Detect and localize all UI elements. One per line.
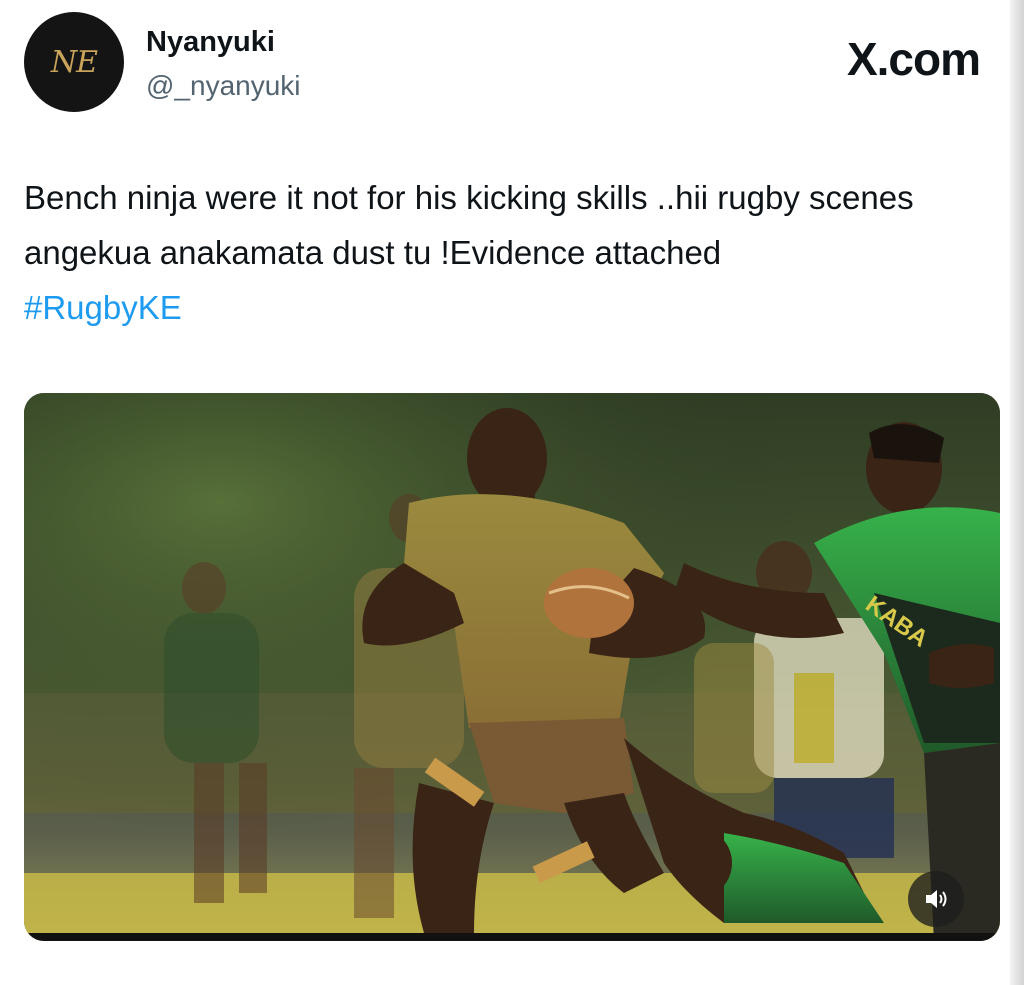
volume-button[interactable] (908, 871, 964, 927)
rugby-photo: KABA (24, 393, 1000, 941)
tweet-header: NE Nyanyuki @_nyanyuki X.com (24, 12, 990, 122)
brand-logo: X.com (846, 33, 981, 85)
avatar[interactable]: NE (24, 12, 124, 112)
video-progress-bar[interactable] (24, 933, 1000, 941)
hashtag-link[interactable]: #RugbyKE (24, 289, 182, 326)
tweet-text: Bench ninja were it not for his kicking … (24, 179, 914, 271)
tweet-body: Bench ninja were it not for his kicking … (24, 170, 999, 335)
author-name[interactable]: Nyanyuki (146, 26, 275, 59)
speaker-icon (926, 890, 947, 908)
tweet-media[interactable]: KABA (24, 393, 1000, 941)
avatar-monogram: NE (50, 44, 98, 80)
window-edge (1010, 0, 1024, 985)
author-handle[interactable]: @_nyanyuki (146, 70, 301, 102)
